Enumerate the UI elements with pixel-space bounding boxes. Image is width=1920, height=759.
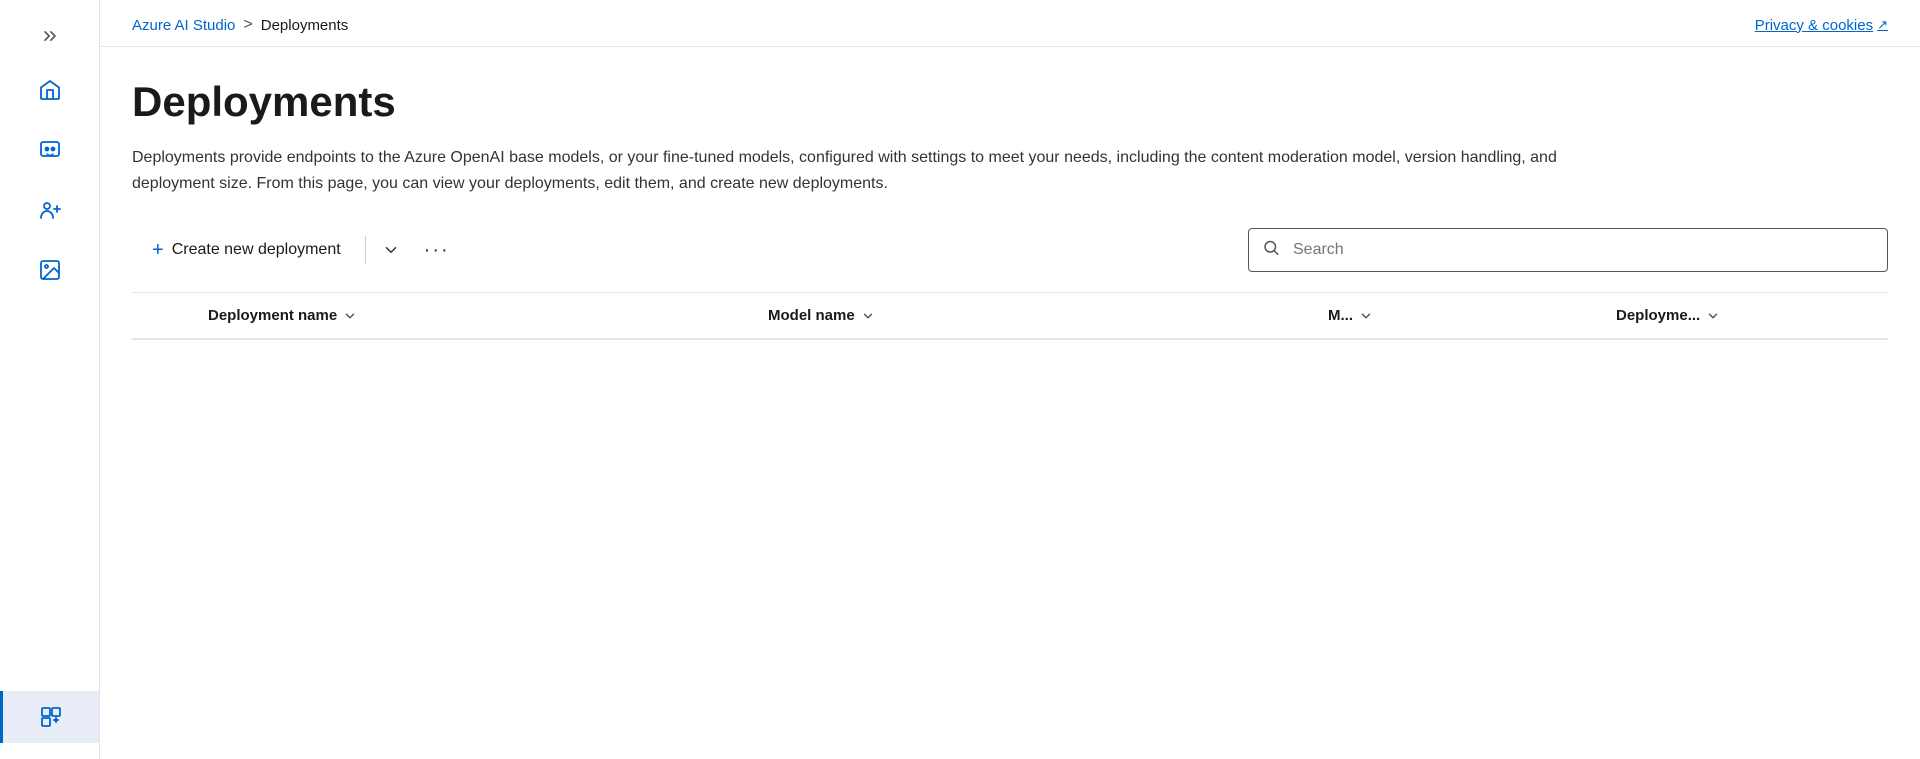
toolbar: + Create new deployment ··· [132, 228, 1888, 292]
external-link-icon: ↗ [1877, 17, 1888, 33]
sidebar-item-chat[interactable] [0, 124, 99, 176]
search-input[interactable] [1248, 228, 1888, 272]
sidebar-item-users[interactable] [0, 184, 99, 236]
sidebar-item-home[interactable] [0, 64, 99, 116]
breadcrumb-current-page: Deployments [261, 17, 349, 34]
page-title: Deployments [132, 79, 1888, 125]
search-container [1248, 228, 1888, 272]
page-content: Deployments Deployments provide endpoint… [100, 47, 1920, 759]
chevron-down-icon [382, 241, 400, 259]
table-col-model-name[interactable]: Model name [752, 307, 1312, 324]
create-deployment-button[interactable]: + Create new deployment [132, 229, 361, 272]
ellipsis-icon: ··· [424, 239, 450, 262]
sort-icon [1359, 309, 1373, 323]
table-col-deployme[interactable]: Deployme... [1600, 307, 1888, 324]
breadcrumb-azure-ai-studio-link[interactable]: Azure AI Studio [132, 17, 235, 34]
table-col-m[interactable]: M... [1312, 307, 1600, 324]
sort-icon [1706, 309, 1720, 323]
sidebar-collapse-button[interactable] [0, 16, 99, 56]
toolbar-left: + Create new deployment ··· [132, 229, 462, 272]
privacy-cookies-link[interactable]: Privacy & cookies ↗ [1755, 17, 1888, 34]
sort-icon [343, 309, 357, 323]
plus-icon: + [152, 239, 164, 262]
sort-icon [861, 309, 875, 323]
toolbar-divider [365, 236, 366, 264]
page-description: Deployments provide endpoints to the Azu… [132, 145, 1632, 196]
breadcrumb-separator: > [243, 16, 252, 34]
top-bar: Azure AI Studio > Deployments Privacy & … [100, 0, 1920, 47]
main-content: Azure AI Studio > Deployments Privacy & … [100, 0, 1920, 759]
table-header: Deployment name Model name M... [132, 292, 1888, 340]
sidebar-item-images[interactable] [0, 244, 99, 296]
sidebar-item-deployments-active[interactable] [0, 691, 99, 743]
sidebar [0, 0, 100, 759]
create-dropdown-button[interactable] [370, 231, 412, 269]
table-col-deployment-name[interactable]: Deployment name [192, 307, 752, 324]
breadcrumb: Azure AI Studio > Deployments [132, 16, 348, 34]
more-options-button[interactable]: ··· [412, 229, 462, 272]
